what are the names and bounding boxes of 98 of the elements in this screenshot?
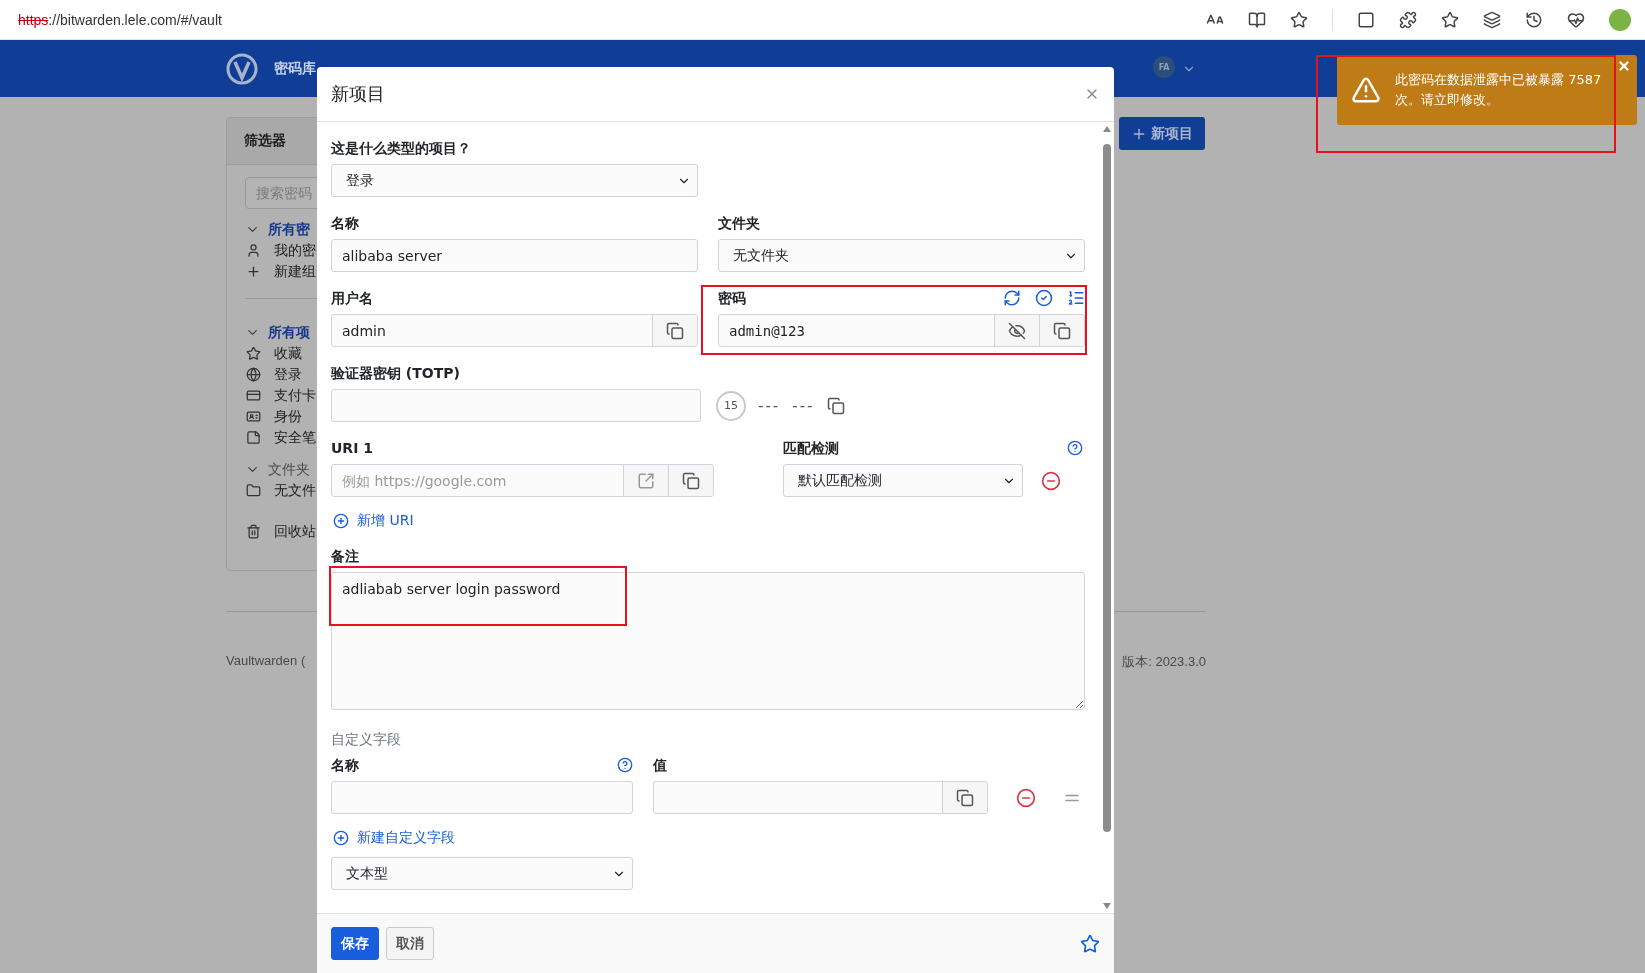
save-button[interactable]: 保存 xyxy=(331,927,379,960)
favorite-button[interactable] xyxy=(1080,933,1100,954)
filter-item[interactable]: 我的密 xyxy=(274,241,316,260)
eye-off-icon xyxy=(1008,321,1026,340)
filter-item[interactable]: 支付卡 xyxy=(274,386,316,405)
notes-field[interactable]: adliabab server login password xyxy=(331,572,1085,710)
folder-icon xyxy=(246,483,261,498)
person-icon xyxy=(246,243,261,258)
totp-timer: 15 xyxy=(716,390,746,421)
note-icon xyxy=(246,430,261,445)
card-icon xyxy=(246,388,261,403)
remove-button[interactable] xyxy=(1041,470,1061,491)
totp-field[interactable] xyxy=(331,389,701,422)
field-label: 名称 xyxy=(331,756,359,775)
history-icon xyxy=(1525,10,1543,29)
footer-text: Vaultwarden ( xyxy=(226,653,306,668)
filter-item[interactable]: 收藏 xyxy=(274,344,302,363)
filter-item[interactable]: 回收站 xyxy=(274,522,316,541)
scroll-up-icon[interactable] xyxy=(1103,126,1111,132)
field-label: URI 1 xyxy=(331,439,373,458)
totp-code: --- xyxy=(792,396,815,415)
folder-select[interactable]: 无文件夹 xyxy=(718,239,1085,272)
copy-button[interactable] xyxy=(668,465,713,496)
dialog-title: 新项目 xyxy=(331,82,385,106)
filter-group-link[interactable]: 文件夹 xyxy=(268,460,310,479)
type-select[interactable]: 登录 xyxy=(331,164,698,197)
copy-icon xyxy=(666,321,684,340)
numbered-list-button[interactable] xyxy=(1067,289,1085,307)
copy-icon xyxy=(682,471,700,490)
heart-icon xyxy=(1567,10,1585,29)
filter-group-link[interactable]: 所有项 xyxy=(268,323,310,342)
square-icon xyxy=(1357,10,1375,29)
field-label: 验证器密钥 (TOTP) xyxy=(331,364,460,383)
star-icon xyxy=(246,346,261,361)
cancel-button[interactable]: 取消 xyxy=(386,927,434,960)
uri-field[interactable]: 例如 https://google.com xyxy=(332,465,623,496)
id-card-icon xyxy=(246,409,261,424)
username-field[interactable]: admin xyxy=(332,315,652,346)
new-item-button[interactable]: 新项目 xyxy=(1119,117,1205,150)
section-heading: 自定义字段 xyxy=(331,730,402,749)
custom-name-field[interactable] xyxy=(331,781,633,814)
toast-message: 此密码在数据泄露中已被暴露 7587 次。请立即修改。 xyxy=(1395,71,1603,109)
field-label: 匹配检测 xyxy=(783,439,839,458)
field-label: 这是什么类型的项目？ xyxy=(331,139,471,158)
copy-button[interactable] xyxy=(942,782,987,813)
scroll-down-icon[interactable] xyxy=(1103,903,1111,909)
field-label: 用户名 xyxy=(331,289,373,308)
filter-item[interactable]: 身份 xyxy=(274,407,302,426)
field-label: 文件夹 xyxy=(718,214,760,233)
star-icon xyxy=(1441,10,1459,29)
field-label: 密码 xyxy=(718,289,746,308)
custom-value-input-group[interactable] xyxy=(653,781,988,814)
close-button[interactable] xyxy=(1617,59,1631,73)
globe-icon xyxy=(246,367,261,382)
warning-icon xyxy=(1351,75,1381,105)
username-input-group[interactable]: admin xyxy=(331,314,698,347)
field-label: 备注 xyxy=(331,547,359,566)
filter-group-link[interactable]: 所有密 xyxy=(268,220,310,239)
external-link-icon xyxy=(637,471,655,490)
copy-button[interactable] xyxy=(652,315,697,346)
copy-icon xyxy=(1053,321,1071,340)
nav-tab[interactable]: 密码库 xyxy=(274,59,316,78)
filter-item[interactable]: 无文件 xyxy=(274,481,316,500)
scrollbar-thumb[interactable] xyxy=(1103,144,1111,832)
copy-button[interactable] xyxy=(826,396,845,415)
book-icon xyxy=(1248,10,1266,29)
add-custom-field-link[interactable]: 新建自定义字段 xyxy=(333,828,455,848)
filter-item[interactable]: 登录 xyxy=(274,365,302,384)
hide-password-button[interactable] xyxy=(994,315,1039,346)
plus-icon xyxy=(246,264,261,279)
check-button[interactable] xyxy=(1035,289,1053,307)
copy-button[interactable] xyxy=(1039,315,1084,346)
add-uri-link[interactable]: 新增 URI xyxy=(333,511,414,531)
star-icon xyxy=(1290,10,1308,29)
name-field[interactable]: alibaba server xyxy=(331,239,698,272)
remove-button[interactable] xyxy=(1016,787,1036,808)
plus-circle-icon xyxy=(333,830,349,846)
filter-item[interactable]: 新建组 xyxy=(274,262,316,281)
filter-item[interactable]: 安全笔 xyxy=(274,428,316,447)
uri-input-group[interactable]: 例如 https://google.com xyxy=(331,464,714,497)
copy-icon xyxy=(956,788,974,807)
version-text: 版本: 2023.3.0 xyxy=(1122,653,1206,671)
field-label: 值 xyxy=(653,756,667,775)
profile-avatar[interactable] xyxy=(1609,8,1631,31)
field-type-select[interactable]: 文本型 xyxy=(331,857,633,890)
puzzle-icon xyxy=(1399,10,1417,29)
match-detection-select[interactable]: 默认匹配检测 xyxy=(783,464,1023,497)
field-label: 名称 xyxy=(331,214,359,233)
help-button[interactable] xyxy=(617,757,633,773)
password-field[interactable]: admin@123 xyxy=(719,315,994,346)
plus-circle-icon xyxy=(333,513,349,529)
layers-icon xyxy=(1483,10,1501,29)
help-button[interactable] xyxy=(1067,440,1083,456)
copy-icon xyxy=(826,396,845,415)
refresh-button[interactable] xyxy=(1003,289,1021,307)
trash-icon xyxy=(246,524,261,539)
totp-code: --- xyxy=(758,396,781,415)
password-input-group[interactable]: admin@123 xyxy=(718,314,1085,347)
